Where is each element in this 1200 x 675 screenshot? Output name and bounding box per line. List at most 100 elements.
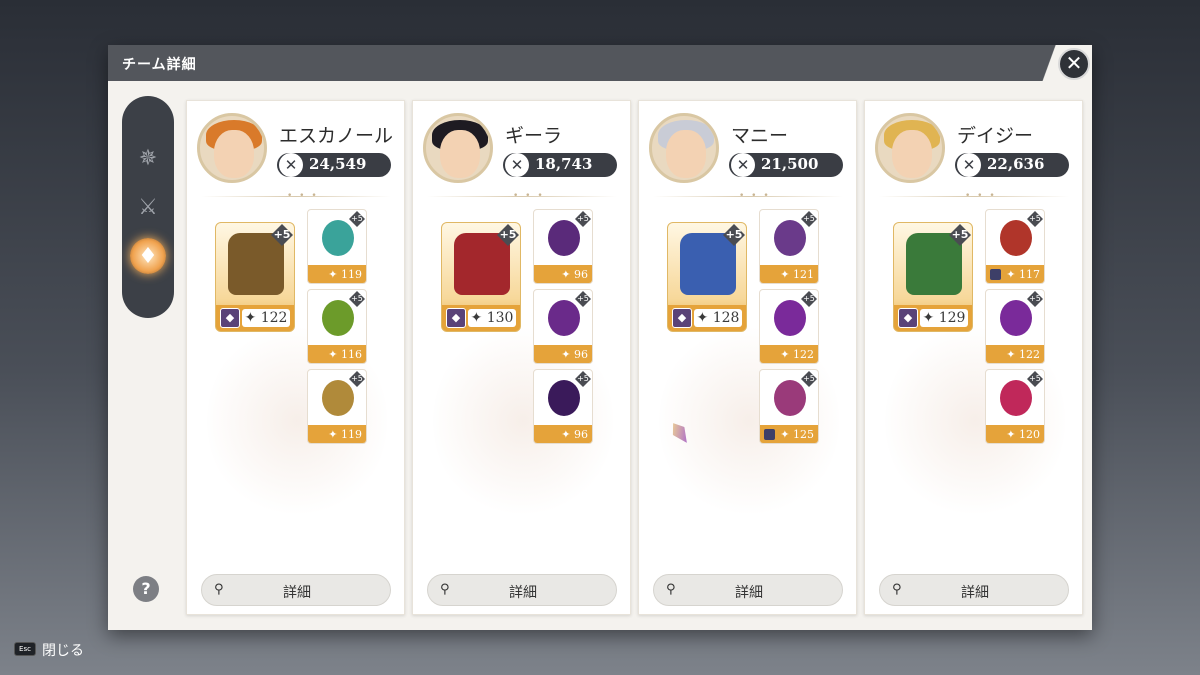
armor-slot[interactable]: +5 ◆ ✦ 128 xyxy=(667,222,747,332)
accessory-slot-earrings[interactable]: +5 ✦ 119 xyxy=(307,209,367,284)
armor-slot[interactable]: +5 ◆ ✦ 130 xyxy=(441,222,521,332)
armor-level: ✦ 122 xyxy=(242,309,290,327)
accessory-slot-earrings[interactable]: +5 ✦ 121 xyxy=(759,209,819,284)
character-card: エスカノール ✕ 24,549 • • • +5 ◆ ✦ 122 +5 ✦ 11… xyxy=(186,100,405,615)
crossed-swords-icon: ✕ xyxy=(279,153,303,177)
detail-button[interactable]: ⚲ 詳細 xyxy=(653,574,843,606)
power-value: 24,549 xyxy=(309,155,367,173)
accessory-level: ✦ 96 xyxy=(561,348,588,361)
divider-ornament: • • • xyxy=(287,191,319,201)
character-portrait[interactable] xyxy=(649,113,719,183)
help-button[interactable]: ? xyxy=(133,576,159,602)
accessory-slot-necklace[interactable]: +5 ✦ 122 xyxy=(985,289,1045,364)
divider-ornament: • • • xyxy=(739,191,771,201)
shield-emblem-icon: ◆ xyxy=(220,308,240,328)
accessory-level: ✦ 116 xyxy=(328,348,362,361)
enhance-badge: +5 xyxy=(1027,291,1043,307)
ring-icon xyxy=(322,380,354,416)
ring-icon xyxy=(1000,380,1032,416)
esc-key-hint: Esc xyxy=(14,642,36,656)
armor-level: ✦ 129 xyxy=(920,309,968,327)
earrings-icon xyxy=(322,220,354,256)
close-icon: ✕ xyxy=(1065,51,1083,75)
character-name: ギーラ xyxy=(505,125,563,147)
accessory-slot-necklace[interactable]: +5 ✦ 116 xyxy=(307,289,367,364)
accessory-slot-ring[interactable]: +5 ✦ 120 xyxy=(985,369,1045,444)
sidebar-item-weapons[interactable]: ⚔ xyxy=(130,189,166,225)
character-card: ギーラ ✕ 18,743 • • • +5 ◆ ✦ 130 +5 ✦ 96 +5… xyxy=(412,100,631,615)
accessory-slot-earrings[interactable]: +5 ✦ 117 xyxy=(985,209,1045,284)
divider-ornament: • • • xyxy=(513,191,545,201)
detail-button[interactable]: ⚲ 詳細 xyxy=(879,574,1069,606)
accessory-slot-ring[interactable]: +5 ✦ 119 xyxy=(307,369,367,444)
divider-ornament: • • • xyxy=(965,191,997,201)
armor-slot[interactable]: +5 ◆ ✦ 122 xyxy=(215,222,295,332)
enhance-badge: +5 xyxy=(1027,371,1043,387)
armor-level: ✦ 128 xyxy=(694,309,742,327)
enhance-badge: +5 xyxy=(801,291,817,307)
necklace-icon xyxy=(1000,300,1032,336)
crossed-swords-icon: ✕ xyxy=(505,153,529,177)
enhance-badge: +5 xyxy=(349,291,365,307)
enhance-badge: +5 xyxy=(349,371,365,387)
enhance-badge: +5 xyxy=(349,211,365,227)
character-card: マニー ✕ 21,500 • • • +5 ◆ ✦ 128 +5 ✦ 121 +… xyxy=(638,100,857,615)
detail-button[interactable]: ⚲ 詳細 xyxy=(201,574,391,606)
power-value: 21,500 xyxy=(761,155,819,173)
accessory-level: ✦ 96 xyxy=(561,428,588,441)
armor-level: ✦ 130 xyxy=(468,309,516,327)
earrings-icon xyxy=(548,220,580,256)
shield-emblem-icon xyxy=(764,429,775,440)
accessory-level: ✦ 122 xyxy=(1006,348,1040,361)
ring-icon xyxy=(774,380,806,416)
earrings-icon xyxy=(1000,220,1032,256)
weapons-icon: ⚔ xyxy=(138,194,158,220)
shield-emblem-icon: ◆ xyxy=(446,308,466,328)
sidebar: ✵ ⚔ ♦ xyxy=(122,96,174,318)
character-portrait[interactable] xyxy=(197,113,267,183)
detail-button[interactable]: ⚲ 詳細 xyxy=(427,574,617,606)
power-value: 22,636 xyxy=(987,155,1045,173)
accessory-slot-necklace[interactable]: +5 ✦ 96 xyxy=(533,289,593,364)
armor-icon xyxy=(228,233,284,295)
character-portrait[interactable] xyxy=(423,113,493,183)
necklace-icon xyxy=(322,300,354,336)
accessory-slot-ring[interactable]: +5 ✦ 125 xyxy=(759,369,819,444)
detail-label: 詳細 xyxy=(961,585,989,601)
power-badge: ✕ 24,549 xyxy=(277,153,391,177)
modal-header: チーム詳細 xyxy=(108,45,1092,81)
earrings-icon xyxy=(774,220,806,256)
sidebar-item-team-crest[interactable]: ✵ xyxy=(130,140,166,176)
armor-icon: ♦ xyxy=(138,243,158,269)
modal-title: チーム詳細 xyxy=(122,57,197,73)
enhance-badge: +5 xyxy=(801,371,817,387)
shield-emblem-icon xyxy=(990,269,1001,280)
accessory-slot-necklace[interactable]: +5 ✦ 122 xyxy=(759,289,819,364)
power-value: 18,743 xyxy=(535,155,593,173)
close-button[interactable]: ✕ xyxy=(1058,48,1090,80)
character-portrait[interactable] xyxy=(875,113,945,183)
enhance-badge: +5 xyxy=(575,291,591,307)
close-hint-label[interactable]: 閉じる xyxy=(42,640,84,660)
accessory-level: ✦ 121 xyxy=(780,268,814,281)
armor-icon xyxy=(906,233,962,295)
accessory-slot-earrings[interactable]: +5 ✦ 96 xyxy=(533,209,593,284)
character-name: マニー xyxy=(731,125,789,147)
armor-slot[interactable]: +5 ◆ ✦ 129 xyxy=(893,222,973,332)
crossed-swords-icon: ✕ xyxy=(957,153,981,177)
enhance-badge: +5 xyxy=(801,211,817,227)
accessory-level: ✦ 117 xyxy=(1006,268,1040,281)
accessory-level: ✦ 122 xyxy=(780,348,814,361)
power-badge: ✕ 18,743 xyxy=(503,153,617,177)
sidebar-item-armor[interactable]: ♦ xyxy=(130,238,166,274)
character-card: デイジー ✕ 22,636 • • • +5 ◆ ✦ 129 +5 ✦ 117 … xyxy=(864,100,1083,615)
accessory-slot-ring[interactable]: +5 ✦ 96 xyxy=(533,369,593,444)
necklace-icon xyxy=(548,300,580,336)
crossed-swords-icon: ✕ xyxy=(731,153,755,177)
team-crest-icon: ✵ xyxy=(138,145,158,171)
accessory-level: ✦ 96 xyxy=(561,268,588,281)
accessory-level: ✦ 119 xyxy=(328,268,362,281)
armor-icon xyxy=(454,233,510,295)
character-name: デイジー xyxy=(957,125,1034,147)
character-name: エスカノール xyxy=(279,125,394,147)
